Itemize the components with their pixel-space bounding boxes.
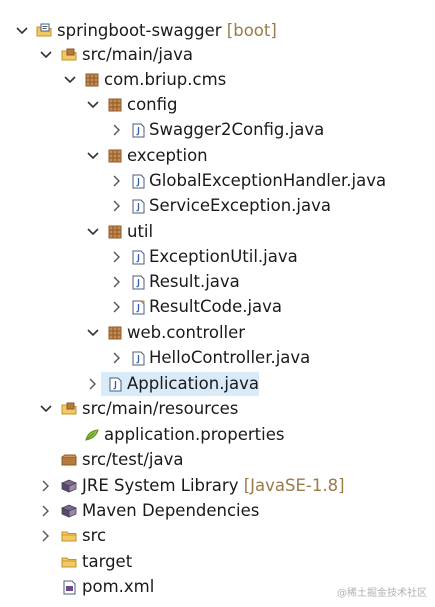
tree-row-file-result-code[interactable]: ResultCode.java [0,295,435,319]
chevron-down-icon[interactable] [63,68,77,92]
chevron-right-icon[interactable] [39,499,53,523]
file-pom-label: pom.xml [82,577,155,596]
project-name: springboot-swagger [boot] [57,21,277,40]
chevron-right-icon[interactable] [110,295,124,319]
java-file-icon [130,194,146,218]
src-main-java-label: src/main/java [82,45,194,64]
file-global-exception-label: GlobalExceptionHandler.java [149,171,387,190]
package-icon [107,321,123,345]
tree-row-src-main-resources[interactable]: src/main/resources [0,397,435,421]
project-decoration: [boot] [226,21,277,40]
chevron-right-icon[interactable] [110,194,124,218]
chevron-down-icon[interactable] [86,144,100,168]
tree-row-src-main-java[interactable]: src/main/java [0,43,435,67]
chevron-down-icon[interactable] [15,19,29,43]
tree-row-maven-dependencies[interactable]: Maven Dependencies [0,499,435,523]
chevron-down-icon[interactable] [39,43,53,67]
file-result-label: Result.java [149,272,240,291]
tree-row-file-application[interactable]: Application.java [0,372,435,396]
chevron-down-icon[interactable] [86,93,100,117]
file-hello-controller-label: HelloController.java [149,348,311,367]
folder-icon [61,524,77,548]
pkg-config-label: config [127,95,178,114]
pkg-util-label: util [127,222,154,241]
java-file-icon [130,346,146,370]
tree-row-project[interactable]: springboot-swagger [boot] [0,19,435,43]
file-application-label: Application.java [127,374,260,393]
tree-row-folder-target[interactable]: target [0,550,435,574]
tree-row-pkg-config[interactable]: config [0,93,435,117]
tree-row-file-global-exception[interactable]: GlobalExceptionHandler.java [0,169,435,193]
package-icon [84,68,100,92]
java-enum-file-icon [130,295,146,319]
file-app-properties-label: application.properties [104,425,285,444]
tree-row-file-result[interactable]: Result.java [0,270,435,294]
source-folder-icon [61,397,77,421]
file-exception-util-label: ExceptionUtil.java [149,247,298,266]
src-test-java-label: src/test/java [82,450,184,469]
chevron-down-icon[interactable] [39,397,53,421]
tree-row-pkg-exception[interactable]: exception [0,144,435,168]
folder-target-label: target [82,552,133,571]
pkg-exception-label: exception [127,146,208,165]
tree-row-pkg-util[interactable]: util [0,220,435,244]
file-result-code-label: ResultCode.java [149,297,283,316]
tree-row-pkg-web-controller[interactable]: web.controller [0,321,435,345]
maven-dependencies-label: Maven Dependencies [82,501,260,520]
library-icon [61,474,77,498]
folder-src-label: src [82,526,107,545]
chevron-right-icon[interactable] [110,346,124,370]
source-folder-icon [61,43,77,67]
properties-file-icon [84,423,100,447]
tree-row-file-swagger-config[interactable]: Swagger2Config.java [0,118,435,142]
chevron-down-icon[interactable] [86,321,100,345]
tree-row-src-test-java[interactable]: src/test/java [0,448,435,472]
src-main-resources-label: src/main/resources [82,399,239,418]
pkg-web-controller-label: web.controller [127,323,246,342]
tree-row-file-exception-util[interactable]: ExceptionUtil.java [0,245,435,269]
file-swagger-config-label: Swagger2Config.java [149,120,325,139]
tree-row-package-root[interactable]: com.briup.cms [0,68,435,92]
tree-row-file-app-properties[interactable]: application.properties [0,423,435,447]
chevron-right-icon[interactable] [39,474,53,498]
library-icon [61,499,77,523]
package-root-label: com.briup.cms [104,70,227,89]
java-file-icon [130,270,146,294]
chevron-down-icon[interactable] [86,220,100,244]
package-icon [107,144,123,168]
tree-row-jre-library[interactable]: JRE System Library [JavaSE-1.8] [0,474,435,498]
jre-decoration: [JavaSE-1.8] [243,476,345,495]
chevron-right-icon[interactable] [86,372,100,396]
tree-row-file-service-exception[interactable]: ServiceException.java [0,194,435,218]
watermark-text: @稀土掘金技术社区 [337,588,427,599]
jre-library-label: JRE System Library [JavaSE-1.8] [82,476,345,495]
tree-row-folder-src[interactable]: src [0,524,435,548]
java-file-icon [130,118,146,142]
chevron-right-icon[interactable] [110,118,124,142]
folder-icon [61,550,77,574]
tree-row-file-hello-controller[interactable]: HelloController.java [0,346,435,370]
watermark: @稀土掘金技术社区 [337,584,427,599]
project-icon [36,19,52,43]
source-folder-icon [61,448,77,472]
package-icon [107,220,123,244]
file-service-exception-label: ServiceException.java [149,196,331,215]
chevron-right-icon[interactable] [110,245,124,269]
java-file-icon [130,245,146,269]
xml-file-icon [61,575,77,599]
chevron-right-icon[interactable] [110,270,124,294]
java-file-icon [130,169,146,193]
chevron-right-icon[interactable] [110,169,124,193]
package-icon [107,93,123,117]
chevron-right-icon[interactable] [39,524,53,548]
java-file-icon [107,372,123,396]
